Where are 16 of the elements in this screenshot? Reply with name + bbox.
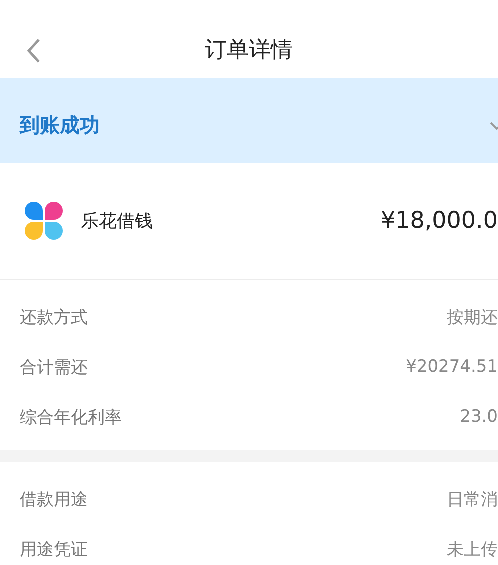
logo-icon: [25, 202, 63, 240]
field-value: 按期还: [447, 306, 498, 328]
field-value: 未上传: [447, 538, 498, 560]
field-value: 日常消: [447, 488, 498, 510]
status-text: 到账成功: [20, 112, 100, 139]
product-name: 乐花借钱: [81, 210, 154, 233]
field-value: 23.0: [460, 407, 498, 427]
back-icon[interactable]: [26, 38, 42, 64]
field-label: 合计需还: [20, 356, 88, 378]
field-label: 综合年化利率: [20, 406, 122, 428]
field-label: 还款方式: [20, 306, 88, 328]
field-label: 用途凭证: [20, 538, 88, 560]
field-label: 借款用途: [20, 488, 88, 510]
loan-amount: ¥18,000.0: [380, 208, 498, 234]
field-value: ¥20274.51: [406, 357, 498, 377]
page-title: 订单详情: [205, 37, 293, 65]
